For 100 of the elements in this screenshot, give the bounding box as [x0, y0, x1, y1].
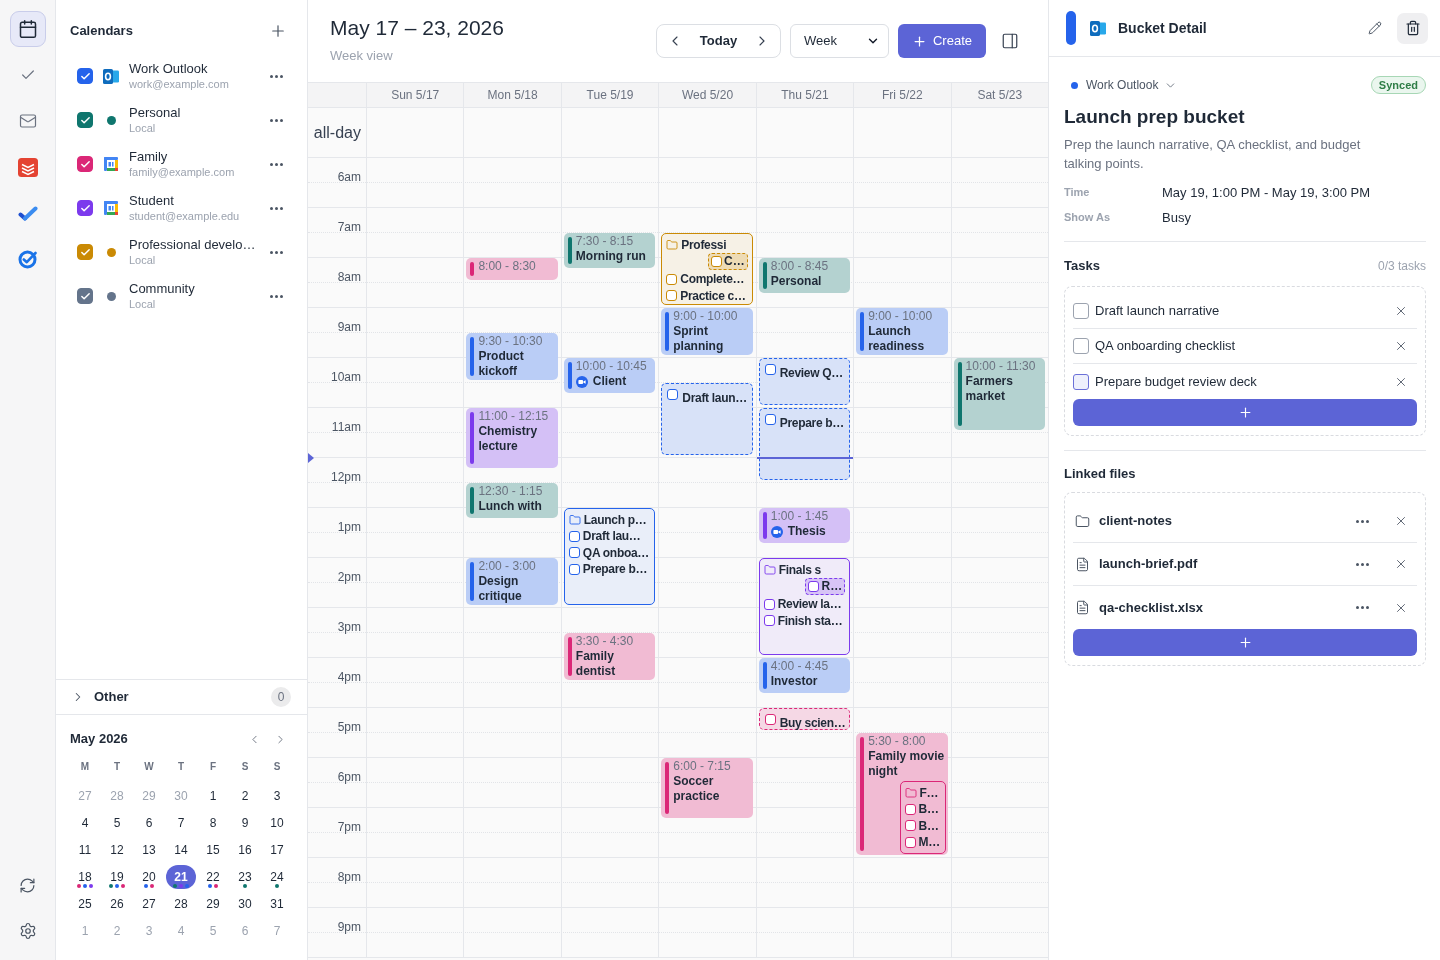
task-checkbox[interactable] — [666, 273, 678, 285]
calendar-day[interactable]: 12 — [102, 838, 132, 862]
delete-button[interactable] — [1397, 12, 1428, 44]
calendar-day[interactable]: 28 — [166, 892, 196, 916]
calendar-day[interactable]: 6 — [134, 811, 164, 835]
section-title: Linked files — [1064, 466, 1137, 482]
task-checkbox[interactable] — [568, 547, 580, 559]
event-card[interactable]: 9:00 - 10:00 Sprint planning — [661, 308, 753, 355]
calendar-day[interactable]: 27 — [134, 892, 164, 916]
calendar-day[interactable]: 5 — [102, 811, 132, 835]
calendar-detail: student@example.edu — [129, 209, 240, 224]
view-select[interactable]: Week — [789, 24, 889, 58]
calendar-day[interactable]: 8 — [198, 811, 228, 835]
task-block[interactable]: Buy scien… — [758, 708, 851, 730]
calendar-day[interactable]: 21 — [166, 865, 196, 889]
mail-app-logo-icon — [1090, 20, 1106, 36]
task-checkbox[interactable] — [904, 803, 916, 815]
task-checkbox[interactable] — [904, 820, 916, 832]
today-button[interactable]: Today — [692, 25, 744, 57]
calendar-day[interactable]: 9 — [230, 811, 260, 835]
task-bucket[interactable]: Launch p… Draft lau… QA onboa… Prepare b… — [563, 508, 656, 605]
create-button[interactable]: Create — [897, 24, 986, 58]
calendar-day[interactable]: 31 — [262, 892, 292, 916]
event-card[interactable]: 10:00 - 10:45 Client — [563, 358, 656, 393]
calendar-day[interactable]: 15 — [198, 838, 228, 862]
event-card[interactable]: 8:00 - 8:45 Personal — [758, 258, 851, 293]
calendar-day[interactable]: 25 — [70, 892, 100, 916]
task-title: Prepare b… — [779, 415, 845, 431]
calendar-day[interactable]: 3 — [262, 784, 292, 808]
calendar-day[interactable]: 14 — [166, 838, 196, 862]
calendar-picker[interactable]: Work Outlook — [1064, 75, 1178, 95]
task-title: Draft lau… — [582, 528, 641, 545]
calendar-day[interactable]: 1 — [198, 784, 228, 808]
calendar-day[interactable]: 23 — [230, 865, 260, 889]
task-checkbox[interactable] — [568, 530, 580, 542]
task-checkbox[interactable] — [568, 563, 580, 575]
task-block[interactable]: Draft laun… — [661, 383, 753, 455]
task-checkbox[interactable] — [764, 364, 776, 375]
other-section-toggle[interactable]: Other 0 — [56, 679, 307, 715]
event-title: Personal — [770, 274, 822, 289]
calendar-checkbox[interactable] — [77, 288, 93, 304]
calendar-checkbox[interactable] — [77, 244, 93, 260]
event-card[interactable]: 10:00 - 11:30 Farmers market — [953, 358, 1045, 430]
nav-rail-button[interactable] — [9, 11, 46, 47]
event-card[interactable]: 7:30 - 8:15 Morning run — [563, 233, 656, 268]
calendar-day[interactable]: 4 — [70, 811, 100, 835]
task-block[interactable]: C… — [708, 253, 748, 270]
task-checkbox[interactable] — [764, 714, 776, 725]
hour-label: 8pm — [337, 870, 361, 884]
calendar-day[interactable]: 13 — [134, 838, 164, 862]
event-card[interactable]: 1:00 - 1:45 Thesis — [758, 508, 851, 543]
event-card[interactable]: 5:30 - 8:00 Family movie night F… B… B… M… — [856, 733, 948, 855]
calendar-checkbox[interactable] — [77, 68, 93, 84]
event-card[interactable]: 9:00 - 10:00 Launch readiness — [856, 308, 948, 355]
calendar-checkbox[interactable] — [77, 112, 93, 128]
calendar-day[interactable]: 24 — [262, 865, 292, 889]
event-card[interactable]: 4:00 - 4:45 Investor — [758, 658, 851, 693]
day-label: Wed 5/20 — [681, 87, 734, 104]
calendar-day[interactable]: 19 — [102, 865, 132, 889]
calendar-day[interactable]: 22 — [198, 865, 228, 889]
calendar-day[interactable]: 10 — [262, 811, 292, 835]
calendar-day[interactable]: 11 — [70, 838, 100, 862]
event-card[interactable]: 9:30 - 10:30 Product kickoff — [466, 333, 558, 380]
calendar-detail: Local — [129, 297, 157, 312]
task-checkbox[interactable] — [763, 615, 775, 627]
event-card[interactable]: 2:00 - 3:00 Design critique — [466, 558, 558, 605]
task-block[interactable]: Prepare b… — [758, 408, 851, 480]
calendar-day[interactable]: 29 — [198, 892, 228, 916]
event-card[interactable]: 3:30 - 4:30 Family dentist — [563, 633, 656, 680]
task-bucket[interactable]: Professi C… Complete… Practice c… — [661, 233, 753, 305]
add-calendar-button[interactable] — [269, 22, 287, 40]
task-bucket[interactable]: F… B… B… M… — [899, 781, 946, 854]
task-checkbox[interactable] — [711, 256, 723, 267]
task-checkbox[interactable] — [763, 598, 775, 610]
event-card[interactable]: 6:00 - 7:15 Soccer practice — [661, 758, 753, 818]
task-checkbox[interactable] — [666, 290, 678, 302]
event-card[interactable]: 12:30 - 1:15 Lunch with — [466, 483, 558, 518]
calendar-day[interactable]: 16 — [230, 838, 260, 862]
task-checkbox[interactable] — [764, 414, 776, 425]
calendar-day[interactable]: 7 — [166, 811, 196, 835]
task-block[interactable]: Review Q… — [758, 358, 851, 405]
task-checkbox[interactable] — [667, 389, 679, 400]
task-checkbox[interactable] — [1073, 303, 1089, 319]
hour-label: 10am — [330, 370, 361, 384]
task-checkbox[interactable] — [904, 836, 916, 848]
mail-icon — [18, 112, 37, 130]
calendar-day[interactable]: 26 — [102, 892, 132, 916]
calendar-checkbox[interactable] — [77, 200, 93, 216]
calendar-day[interactable]: 2 — [230, 784, 260, 808]
task-checkbox[interactable] — [1073, 373, 1089, 390]
event-card[interactable]: 11:00 - 12:15 Chemistry lecture — [466, 408, 558, 468]
calendar-day[interactable]: 20 — [134, 865, 164, 889]
calendar-day[interactable]: 30 — [230, 892, 260, 916]
task-bucket[interactable]: Finals s R… Review la… Finish sta… — [758, 558, 851, 655]
task-checkbox[interactable] — [1073, 338, 1089, 354]
task-block[interactable]: R… — [805, 578, 846, 595]
calendar-day[interactable]: 18 — [70, 865, 100, 889]
calendar-checkbox[interactable] — [77, 156, 93, 172]
task-checkbox[interactable] — [808, 581, 820, 592]
calendar-day[interactable]: 17 — [262, 838, 292, 862]
